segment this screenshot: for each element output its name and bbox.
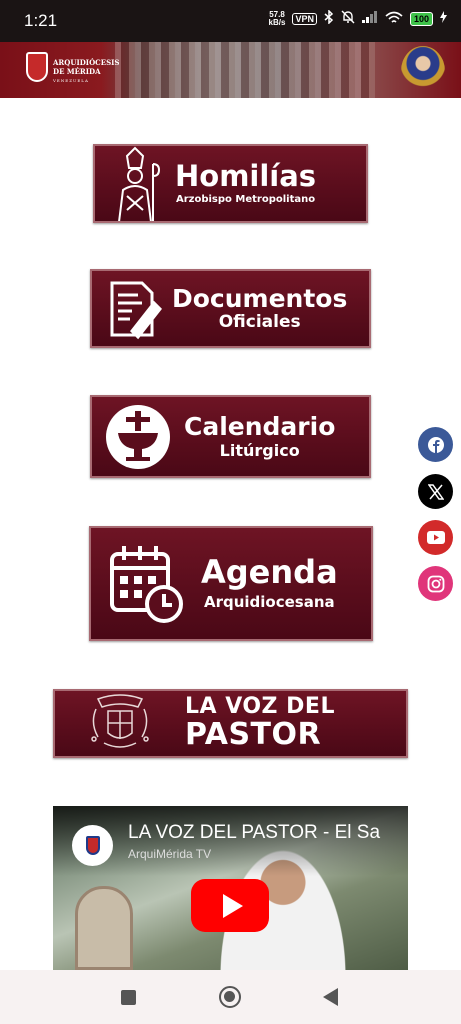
battery-icon: 100 [409,11,433,26]
la-voz-del-pastor-button[interactable]: LA VOZ DEL PASTOR [53,689,408,758]
bluetooth-icon [324,9,334,27]
video-channel-name[interactable]: ArquiMérida TV [128,847,211,861]
agenda-button[interactable]: Agenda Arquidiocesana [89,526,373,641]
back-button[interactable] [323,988,338,1006]
youtube-video-embed[interactable]: LA VOZ DEL PASTOR - El Sa ArquiMérida TV [53,806,408,970]
documentos-label: Documentos Oficiales [172,283,348,332]
archdiocese-logo-icon[interactable] [26,52,48,82]
vpn-icon: VPN [292,12,317,25]
status-time: 1:21 [24,11,58,30]
facebook-icon[interactable] [418,427,453,462]
x-twitter-icon[interactable] [418,474,453,509]
play-icon [222,893,243,918]
play-button[interactable] [191,879,269,932]
shrine-image [75,886,133,970]
youtube-icon[interactable] [418,520,453,555]
homilias-button[interactable]: Homilías Arzobispo Metropolitano [93,144,368,223]
instagram-icon[interactable] [418,566,453,601]
calendario-label: Calendario Litúrgico [184,411,336,460]
calendario-button[interactable]: Calendario Litúrgico [90,395,371,478]
bishop-icon [95,146,175,221]
signal-icon [361,11,378,26]
charging-icon [440,11,447,26]
la-voz-del-pastor-label: LA VOZ DEL PASTOR [185,694,335,752]
recents-button[interactable] [121,990,136,1005]
home-button[interactable] [219,986,241,1008]
channel-avatar[interactable] [72,825,113,866]
wifi-icon [385,11,403,27]
network-speed: 57.8 kB/s [268,9,286,27]
document-pen-icon [92,271,172,346]
android-nav-bar [0,970,461,1024]
mute-bell-icon [341,10,355,27]
status-bar: 1:21 57.8 kB/s VPN 100 [0,0,461,42]
homilias-label: Homilías Arzobispo Metropolitano [175,159,317,206]
virgin-mary-image [401,46,445,96]
agenda-label: Agenda Arquidiocesana [201,553,338,612]
calendar-clock-icon [91,528,201,639]
chalice-icon [92,397,184,476]
clergy-photo [115,42,375,98]
coat-of-arms-icon [55,691,185,756]
status-icons: 57.8 kB/s VPN 100 [268,9,447,27]
video-title[interactable]: LA VOZ DEL PASTOR - El Sa [128,822,398,844]
site-header-banner: ARQUIDIÓCESIS DE MÉRIDA VENEZUELA [0,42,461,98]
archdiocese-logo-text[interactable]: ARQUIDIÓCESIS DE MÉRIDA VENEZUELA [53,58,119,85]
documentos-button[interactable]: Documentos Oficiales [90,269,371,348]
